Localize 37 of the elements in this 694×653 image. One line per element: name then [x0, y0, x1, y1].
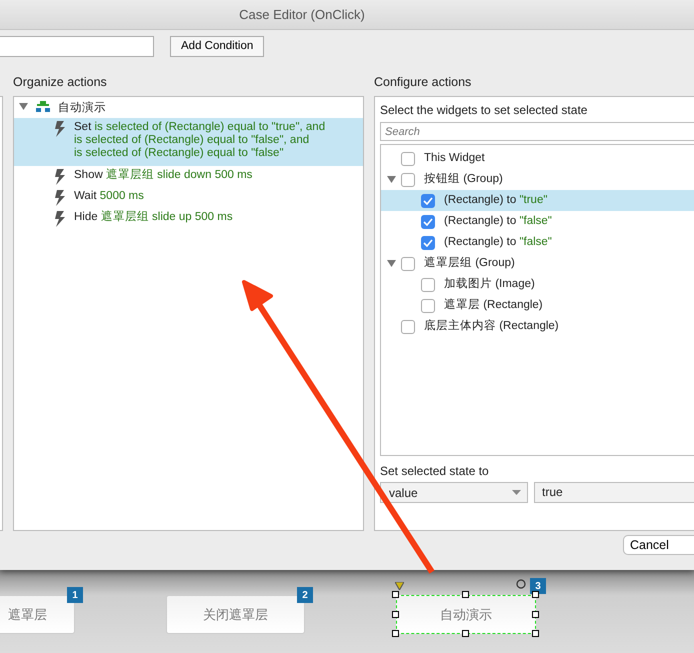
widget-row[interactable]: This Widget [381, 148, 694, 169]
widget-label: 按钮组 (Group) [424, 172, 503, 187]
widget-row[interactable]: (Rectangle) to "false" [381, 232, 694, 253]
widget-label: (Rectangle) to "true" [444, 192, 548, 208]
number-badge: 3 [530, 578, 546, 594]
number-badge: 2 [297, 587, 313, 603]
cancel-button[interactable]: Cancel [623, 535, 694, 555]
widget-label: This Widget [424, 150, 485, 166]
widget-label: (Rectangle) to "false" [444, 234, 552, 250]
section-heading: Organize actions [13, 74, 108, 91]
widget-label: (Rectangle) to "false" [444, 214, 552, 229]
search-field[interactable]: Search [380, 122, 694, 141]
panel-subheading: Select the widgets to set selected state [380, 102, 588, 119]
state-dropdown[interactable]: value [380, 482, 528, 503]
action-text: Show 遮罩层组 slide down 500 ms [74, 169, 252, 182]
canvas-button[interactable]: 自动演示 [396, 595, 536, 634]
widget-row[interactable]: 遮罩层 (Rectangle) [381, 295, 694, 316]
state-value-field[interactable]: true [534, 482, 694, 503]
widget-row[interactable]: 底层主体内容 (Rectangle) [381, 316, 694, 337]
case-label[interactable]: 自动演示 [58, 100, 106, 118]
widget-row[interactable]: 加载图片 (Image) [381, 274, 694, 295]
action-text: Set is selected of (Rectangle) equal to "true", and is selected of (Rectangle) equal to "false", and is selected of (Rectangle) equal to "false" [74, 121, 326, 160]
widget-label: 底层主体内容 (Rectangle) [424, 318, 559, 334]
number-badge: 1 [67, 587, 83, 603]
widget-row[interactable]: (Rectangle) to "true" [381, 190, 694, 211]
widget-label: 遮罩层组 (Group) [424, 256, 515, 271]
widget-row[interactable]: (Rectangle) to "false" [381, 211, 694, 232]
action-text: Hide 遮罩层组 slide up 500 ms [74, 211, 233, 224]
widget-row[interactable]: 遮罩层组 (Group) [381, 253, 694, 274]
action-text: Wait 5000 ms [74, 190, 144, 203]
field-label: Set selected state to [380, 463, 490, 480]
widget-row[interactable]: 按钮组 (Group) [381, 169, 694, 190]
widget-label: 遮罩层 (Rectangle) [444, 298, 543, 313]
add-condition-button[interactable]: Add Condition [170, 36, 264, 57]
widget-label: 加载图片 (Image) [444, 276, 535, 292]
window-title: Case Editor (OnClick) [239, 6, 365, 24]
section-heading: Configure actions [374, 74, 472, 91]
